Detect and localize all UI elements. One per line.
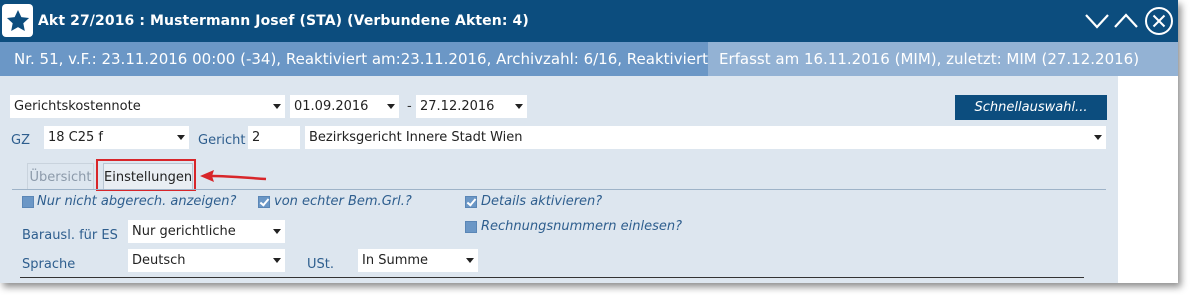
tab-overview[interactable]: Übersicht xyxy=(27,163,94,190)
date-separator: - xyxy=(407,99,412,114)
tab-divider xyxy=(12,189,1106,190)
real-basis-checkbox[interactable] xyxy=(258,196,270,208)
dialog-window: Akt 27/2016 : Mustermann Josef (STA) (Ve… xyxy=(0,0,1178,283)
right-side-panel xyxy=(1118,76,1178,283)
cash-expenses-value: Nur gerichtliche xyxy=(132,224,236,239)
only-unbilled-checkbox[interactable] xyxy=(22,196,34,208)
file-info-text: Nr. 51, v.F.: 23.11.2016 00:00 (-34), Re… xyxy=(14,50,746,68)
red-arrow-icon xyxy=(200,170,267,182)
read-invoice-numbers-checkbox[interactable] xyxy=(465,221,477,233)
main-content: Gerichtskostennote 01.09.2016 - 27.12.20… xyxy=(0,76,1118,283)
date-from-select[interactable]: 01.09.2016 xyxy=(290,95,399,118)
title-bar: Akt 27/2016 : Mustermann Josef (STA) (Ve… xyxy=(0,0,1178,42)
only-unbilled-label: Nur nicht abgerech. anzeigen? xyxy=(37,194,237,209)
vat-value: In Summe xyxy=(362,253,429,268)
highlight-box xyxy=(96,159,196,191)
report-type-select[interactable]: Gerichtskostennote xyxy=(10,95,285,118)
court-label: Gericht xyxy=(198,133,246,148)
language-label: Sprache xyxy=(22,257,76,272)
vat-label: USt. xyxy=(307,257,334,272)
gz-value: 18 C25 f xyxy=(48,130,104,145)
cash-expenses-label: Barausl. für ES xyxy=(22,228,118,243)
activate-details-label: Details aktivieren? xyxy=(481,194,603,209)
record-info-text: Erfasst am 16.11.2016 (MIM), zuletzt: MI… xyxy=(719,50,1140,68)
dropdown-arrow-icon xyxy=(273,104,281,109)
section-divider xyxy=(20,277,1084,278)
gz-select[interactable]: 18 C25 f xyxy=(44,126,189,149)
dropdown-arrow-icon xyxy=(387,104,395,109)
court-name-value: Bezirksgericht Innere Stadt Wien xyxy=(309,130,523,145)
dropdown-arrow-icon xyxy=(466,258,474,263)
court-name-select[interactable]: Bezirksgericht Innere Stadt Wien xyxy=(305,126,1106,149)
window-title: Akt 27/2016 : Mustermann Josef (STA) (Ve… xyxy=(38,13,529,29)
cash-expenses-select[interactable]: Nur gerichtliche xyxy=(128,220,285,243)
court-number-input[interactable]: 2 xyxy=(248,126,300,149)
info-bar: Nr. 51, v.F.: 23.11.2016 00:00 (-34), Re… xyxy=(0,42,1178,76)
close-icon[interactable] xyxy=(1144,6,1174,36)
date-from-value: 01.09.2016 xyxy=(294,99,369,114)
dropdown-arrow-icon xyxy=(515,104,523,109)
favorite-star-icon[interactable] xyxy=(2,4,33,37)
report-type-value: Gerichtskostennote xyxy=(14,99,141,114)
date-to-select[interactable]: 27.12.2016 xyxy=(416,95,527,118)
quick-select-button[interactable]: Schnellauswahl... xyxy=(955,95,1107,120)
dropdown-arrow-icon xyxy=(1094,135,1102,140)
chevron-up-icon[interactable] xyxy=(1112,7,1140,35)
dropdown-arrow-icon xyxy=(273,258,281,263)
vat-select[interactable]: In Summe xyxy=(358,249,478,272)
real-basis-label: von echter Bem.Grl.? xyxy=(274,194,412,209)
dropdown-arrow-icon xyxy=(273,229,281,234)
record-info-panel: Erfasst am 16.11.2016 (MIM), zuletzt: MI… xyxy=(708,42,1178,76)
chevron-down-icon[interactable] xyxy=(1083,7,1111,35)
language-value: Deutsch xyxy=(132,253,186,268)
gz-label: GZ xyxy=(11,133,30,148)
language-select[interactable]: Deutsch xyxy=(128,249,285,272)
dropdown-arrow-icon xyxy=(177,135,185,140)
date-to-value: 27.12.2016 xyxy=(420,99,495,114)
read-invoice-numbers-label: Rechnungsnummern einlesen? xyxy=(481,219,683,234)
activate-details-checkbox[interactable] xyxy=(465,196,477,208)
